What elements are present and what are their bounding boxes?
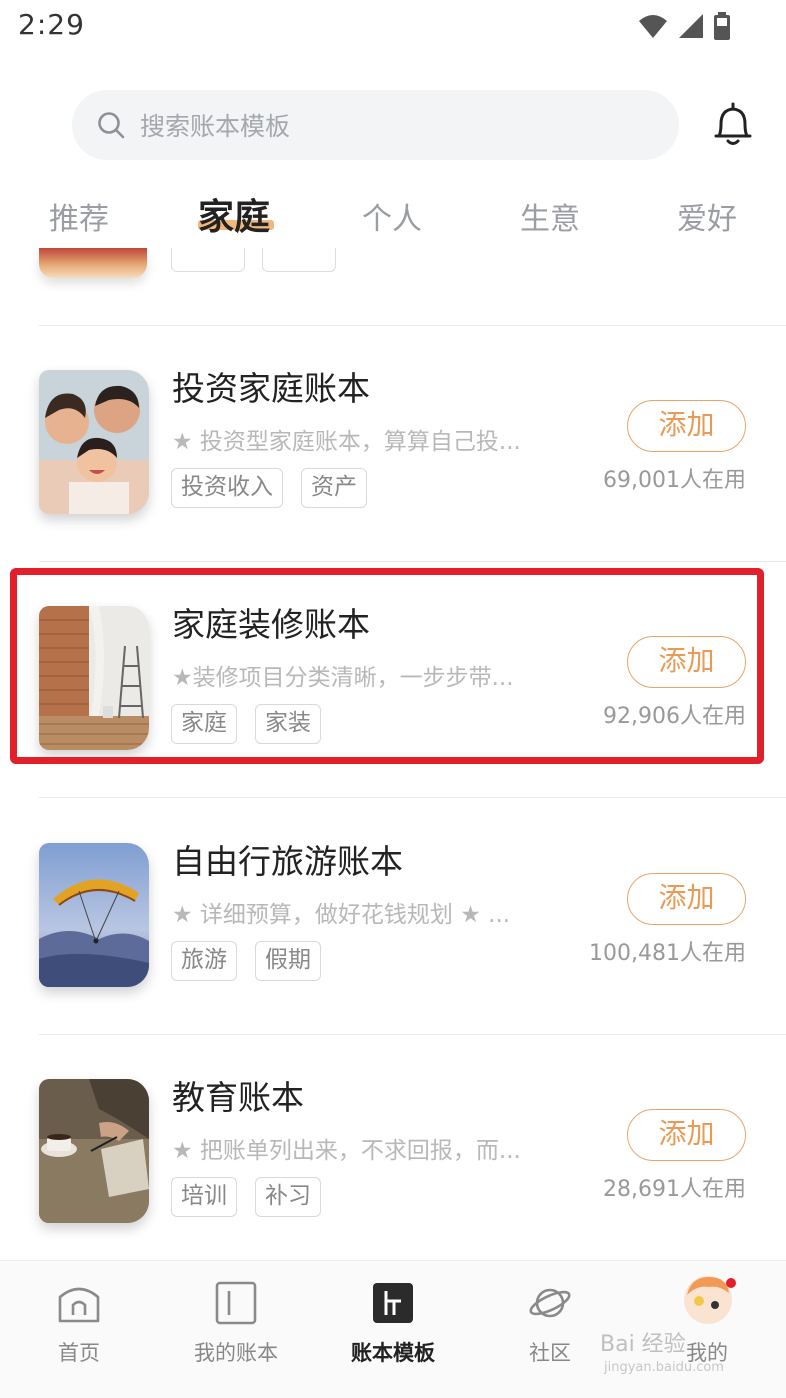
add-button[interactable]: 添加 bbox=[627, 873, 746, 925]
status-icons bbox=[638, 12, 730, 40]
template-card-travel[interactable]: 自由行旅游账本 ★ 详细预算，做好花钱规划 ★ ... 旅游 假期 添加 100… bbox=[0, 842, 786, 1079]
book-icon bbox=[215, 1281, 257, 1325]
status-time: 2:29 bbox=[18, 8, 85, 41]
tag: 家装 bbox=[255, 704, 321, 744]
template-card-investment[interactable]: 投资家庭账本 ★ 投资型家庭账本，算算自己投... 投资收入 资产 添加 69,… bbox=[0, 369, 786, 606]
tab-personal[interactable]: 个人 bbox=[362, 194, 422, 238]
tab-hobby[interactable]: 爱好 bbox=[677, 194, 737, 238]
template-list[interactable]: 投资家庭账本 ★ 投资型家庭账本，算算自己投... 投资收入 资产 添加 69,… bbox=[0, 248, 786, 1260]
tag-group: 家庭 家装 bbox=[171, 704, 321, 744]
tag: 投资收入 bbox=[171, 468, 283, 508]
nav-community[interactable]: 社区 bbox=[490, 1261, 610, 1398]
paraglider-photo-thumbnail bbox=[39, 843, 149, 987]
tag-group: 投资收入 资产 bbox=[171, 468, 367, 508]
template-description: ★ 详细预算，做好花钱规划 ★ ... bbox=[172, 902, 511, 928]
partial-tag bbox=[262, 248, 336, 272]
divider bbox=[39, 325, 786, 326]
family-photo-thumbnail bbox=[39, 370, 149, 514]
nav-home[interactable]: 首页 bbox=[19, 1261, 139, 1398]
category-tabs: 推荐 家庭 个人 生意 爱好 bbox=[0, 186, 786, 246]
user-count: 28,691人在用 bbox=[603, 1177, 746, 1202]
tag: 补习 bbox=[255, 1177, 321, 1217]
divider bbox=[39, 561, 786, 562]
battery-icon bbox=[714, 12, 730, 40]
divider bbox=[39, 797, 786, 798]
nav-label: 账本模板 bbox=[351, 1341, 435, 1365]
add-button[interactable]: 添加 bbox=[627, 400, 746, 452]
renovation-photo-thumbnail bbox=[39, 606, 149, 750]
template-card-education[interactable]: 教育账本 ★ 把账单列出来，不求回报，而... 培训 补习 添加 28,691人… bbox=[0, 1078, 786, 1260]
divider bbox=[39, 1034, 786, 1035]
template-title: 家庭装修账本 bbox=[172, 605, 370, 644]
tab-recommend[interactable]: 推荐 bbox=[49, 194, 109, 238]
template-title: 自由行旅游账本 bbox=[172, 842, 403, 881]
search-input[interactable]: 搜索账本模板 bbox=[72, 90, 679, 160]
watermark-url: jingyan.baidu.com bbox=[604, 1360, 724, 1375]
add-button[interactable]: 添加 bbox=[627, 636, 746, 688]
tab-business[interactable]: 生意 bbox=[520, 194, 580, 238]
nav-templates[interactable]: 账本模板 bbox=[333, 1261, 453, 1398]
tag-group: 旅游 假期 bbox=[171, 941, 321, 981]
template-icon bbox=[373, 1283, 413, 1323]
study-photo-thumbnail bbox=[39, 1079, 149, 1223]
nav-label: 社区 bbox=[529, 1341, 571, 1365]
tag: 旅游 bbox=[171, 941, 237, 981]
partial-tag bbox=[171, 248, 245, 272]
planet-icon bbox=[529, 1288, 571, 1318]
add-button[interactable]: 添加 bbox=[627, 1109, 746, 1161]
signal-icon bbox=[679, 14, 703, 38]
nav-my-books[interactable]: 我的账本 bbox=[176, 1261, 296, 1398]
user-count: 92,906人在用 bbox=[603, 704, 746, 729]
tag-group: 培训 补习 bbox=[171, 1177, 321, 1217]
search-icon bbox=[98, 112, 125, 139]
tag: 培训 bbox=[171, 1177, 237, 1217]
nav-label: 首页 bbox=[58, 1341, 100, 1365]
template-title: 教育账本 bbox=[172, 1078, 304, 1117]
template-description: ★ 投资型家庭账本，算算自己投... bbox=[172, 429, 521, 455]
user-count: 69,001人在用 bbox=[603, 468, 746, 493]
tag: 家庭 bbox=[171, 704, 237, 744]
user-count: 100,481人在用 bbox=[589, 941, 746, 966]
search-placeholder: 搜索账本模板 bbox=[140, 112, 291, 141]
tag: 假期 bbox=[255, 941, 321, 981]
status-bar: 2:29 bbox=[0, 0, 786, 56]
template-title: 投资家庭账本 bbox=[172, 369, 370, 408]
partial-template-thumbnail bbox=[39, 248, 147, 278]
wifi-icon bbox=[639, 15, 667, 38]
bell-icon[interactable] bbox=[711, 100, 755, 148]
nav-label: 我的账本 bbox=[194, 1341, 278, 1365]
template-card-renovation[interactable]: 家庭装修账本 ★装修项目分类清晰，一步步带... 家庭 家装 添加 92,906… bbox=[0, 605, 786, 842]
tab-family[interactable]: 家庭 bbox=[198, 188, 270, 240]
avatar-icon bbox=[684, 1276, 736, 1324]
home-icon bbox=[58, 1287, 100, 1323]
template-description: ★装修项目分类清晰，一步步带... bbox=[172, 665, 514, 691]
tag: 资产 bbox=[301, 468, 367, 508]
watermark-brand: Bai 经验 bbox=[600, 1332, 686, 1357]
template-description: ★ 把账单列出来，不求回报，而... bbox=[172, 1138, 521, 1164]
